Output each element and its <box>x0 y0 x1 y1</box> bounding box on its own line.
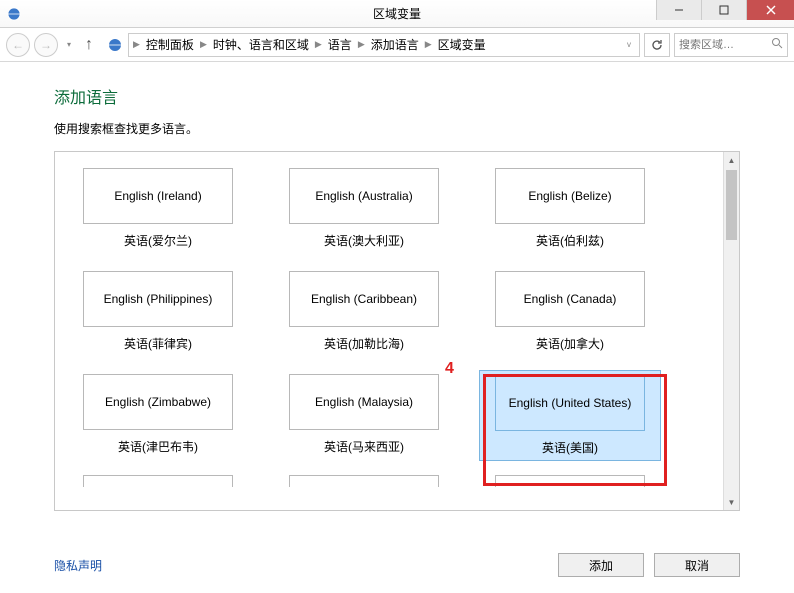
chevron-right-icon: ▶ <box>200 39 207 50</box>
language-cell[interactable]: English (Belize) 英语(伯利兹) <box>485 168 655 249</box>
search-input[interactable] <box>679 39 767 51</box>
minimize-button[interactable] <box>656 0 701 20</box>
app-icon <box>0 0 28 28</box>
breadcrumb-item[interactable]: 区域变量 <box>438 36 486 53</box>
language-tile-partial[interactable] <box>495 475 645 487</box>
maximize-button[interactable] <box>701 0 746 20</box>
language-tile[interactable]: English (Malaysia) <box>289 374 439 430</box>
language-caption: 英语(爱尔兰) <box>124 232 192 249</box>
title-bar: 区域变量 <box>0 0 794 28</box>
breadcrumb-item[interactable]: 控制面板 <box>146 36 194 53</box>
scrollbar-thumb[interactable] <box>726 170 737 240</box>
chevron-right-icon: ▶ <box>358 39 365 50</box>
language-tile[interactable]: English (Zimbabwe) <box>83 374 233 430</box>
language-caption: 英语(澳大利亚) <box>324 232 404 249</box>
privacy-link[interactable]: 隐私声明 <box>54 557 102 574</box>
language-tile[interactable]: English (Australia) <box>289 168 439 224</box>
language-cell[interactable]: English (Malaysia) 英语(马来西亚) <box>279 374 449 457</box>
page-title: 添加语言 <box>54 84 740 108</box>
navigation-bar: ← → ▾ ↑ ▶ 控制面板 ▶ 时钟、语言和区域 ▶ 语言 ▶ 添加语言 ▶ … <box>0 28 794 62</box>
chevron-right-icon: ▶ <box>425 39 432 50</box>
refresh-button[interactable] <box>644 33 670 57</box>
language-cell[interactable]: English (Zimbabwe) 英语(津巴布韦) <box>73 374 243 457</box>
address-icon <box>106 36 124 54</box>
chevron-right-icon: ▶ <box>315 39 322 50</box>
language-grid-container: English (Ireland) 英语(爱尔兰) English (Austral… <box>54 151 740 511</box>
language-tile[interactable]: English (Canada) <box>495 271 645 327</box>
language-caption: 英语(美国) <box>542 439 598 456</box>
language-tile[interactable]: English (Caribbean) <box>289 271 439 327</box>
language-cell[interactable]: English (Ireland) 英语(爱尔兰) <box>73 168 243 249</box>
language-tile[interactable]: English (Ireland) <box>83 168 233 224</box>
history-dropdown-icon[interactable]: ▾ <box>62 40 76 49</box>
annotation-label: 4 <box>445 360 454 378</box>
language-caption: 英语(菲律宾) <box>124 335 192 352</box>
language-tile[interactable]: English (Philippines) <box>83 271 233 327</box>
language-caption: 英语(伯利兹) <box>536 232 604 249</box>
language-cell[interactable]: English (Philippines) 英语(菲律宾) <box>73 271 243 352</box>
language-caption: 英语(加勒比海) <box>324 335 404 352</box>
chevron-right-icon: ▶ <box>133 39 140 50</box>
scroll-down-icon[interactable]: ▼ <box>724 494 739 510</box>
language-tile-partial[interactable] <box>83 475 233 487</box>
vertical-scrollbar[interactable]: ▲ ▼ <box>723 152 739 510</box>
language-cell[interactable]: English (United States) 英语(美国) <box>479 370 661 461</box>
window-title: 区域变量 <box>373 5 421 22</box>
back-button[interactable]: ← <box>6 33 30 57</box>
language-tile[interactable]: English (United States) <box>495 375 645 431</box>
language-cell[interactable]: English (Caribbean) 英语(加勒比海) <box>279 271 449 352</box>
forward-button[interactable]: → <box>34 33 58 57</box>
breadcrumb-item[interactable]: 语言 <box>328 36 352 53</box>
language-caption: 英语(津巴布韦) <box>118 438 198 455</box>
search-icon[interactable] <box>771 36 783 54</box>
language-cell[interactable]: English (Canada) 英语(加拿大) <box>485 271 655 352</box>
language-tile-partial[interactable] <box>289 475 439 487</box>
page-subtitle: 使用搜索框查找更多语言。 <box>54 120 740 137</box>
breadcrumb-item[interactable]: 时钟、语言和区域 <box>213 36 309 53</box>
breadcrumb-item[interactable]: 添加语言 <box>371 36 419 53</box>
up-button[interactable]: ↑ <box>80 36 98 54</box>
language-caption: 英语(加拿大) <box>536 335 604 352</box>
search-box[interactable] <box>674 33 788 57</box>
language-cell[interactable]: English (Australia) 英语(澳大利亚) <box>279 168 449 249</box>
breadcrumb[interactable]: ▶ 控制面板 ▶ 时钟、语言和区域 ▶ 语言 ▶ 添加语言 ▶ 区域变量 v <box>128 33 640 57</box>
cancel-button[interactable]: 取消 <box>654 553 740 577</box>
add-button[interactable]: 添加 <box>558 553 644 577</box>
chevron-down-icon[interactable]: v <box>627 40 635 49</box>
scroll-up-icon[interactable]: ▲ <box>724 152 739 168</box>
close-button[interactable] <box>746 0 794 20</box>
language-tile[interactable]: English (Belize) <box>495 168 645 224</box>
language-caption: 英语(马来西亚) <box>324 438 404 455</box>
